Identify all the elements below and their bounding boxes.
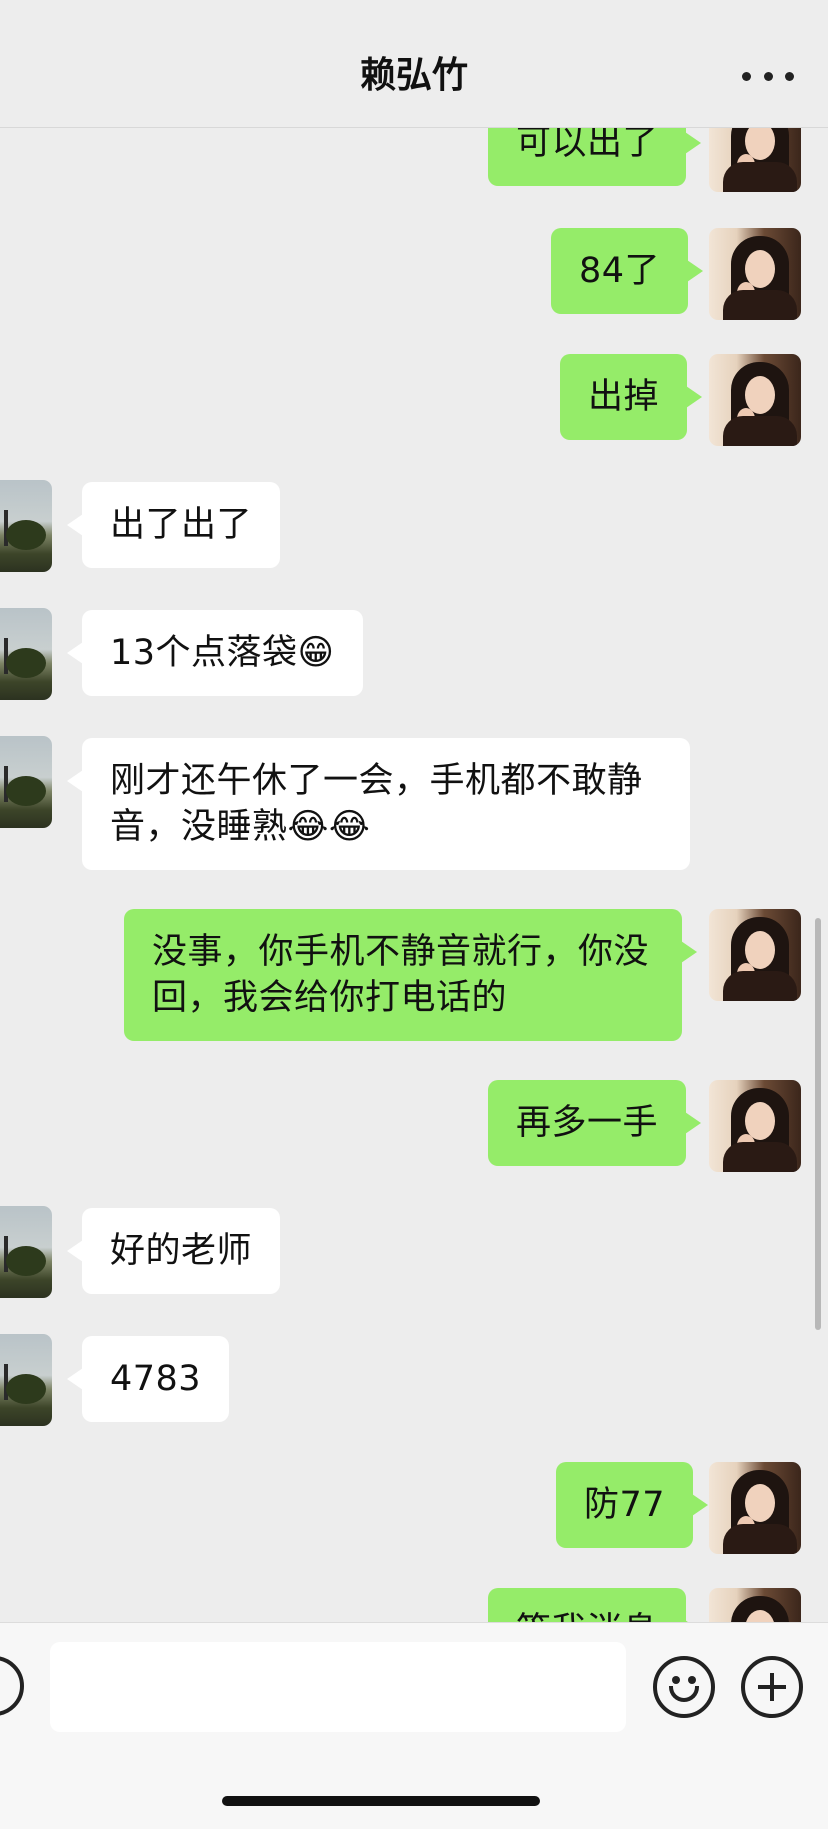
my-avatar[interactable]	[709, 909, 801, 1001]
message-bubble-sent[interactable]: 再多一手	[488, 1080, 702, 1166]
contact-avatar[interactable]	[0, 608, 52, 700]
contact-avatar[interactable]	[0, 1334, 52, 1426]
my-avatar[interactable]	[709, 354, 801, 446]
my-avatar[interactable]	[709, 1080, 801, 1172]
my-avatar[interactable]	[709, 128, 801, 192]
contact-avatar[interactable]	[0, 736, 52, 828]
more-dots-icon[interactable]	[742, 62, 794, 90]
message-bubble-sent[interactable]: 84了	[551, 228, 704, 314]
emoji-icon[interactable]	[653, 1656, 715, 1718]
message-bubble-sent[interactable]: 没事，你手机不静音就行，你没回，我会给你打电话的	[124, 909, 697, 1041]
message-bubble-received[interactable]: 刚才还午休了一会，手机都不敢静音，没睡熟😂😂	[67, 738, 690, 870]
home-indicator[interactable]	[222, 1796, 540, 1806]
message-bubble-sent[interactable]: 防77	[556, 1462, 709, 1548]
message-bubble-received[interactable]: 4783	[66, 1336, 230, 1422]
message-bubble-received[interactable]: 好的老师	[66, 1208, 281, 1294]
message-bubble-sent[interactable]: 等我消息	[488, 1588, 702, 1622]
message-list[interactable]: 可以出了 84了 出掉 出了出了 13个点落袋😁 刚才还午休了一会，手机都不敢静…	[0, 128, 828, 1622]
contact-avatar[interactable]	[0, 1206, 52, 1298]
my-avatar[interactable]	[709, 1462, 801, 1554]
my-avatar[interactable]	[709, 1588, 801, 1622]
message-bubble-received[interactable]: 出了出了	[66, 482, 281, 568]
message-input[interactable]	[50, 1642, 626, 1732]
scrollbar[interactable]	[815, 918, 821, 1330]
my-avatar[interactable]	[709, 228, 801, 320]
chat-title: 赖弘竹	[359, 55, 468, 96]
message-bubble-sent[interactable]: 可以出了	[488, 128, 702, 186]
plus-icon[interactable]	[741, 1656, 803, 1718]
message-bubble-received[interactable]: 13个点落袋😁	[67, 610, 363, 696]
contact-avatar[interactable]	[0, 480, 52, 572]
chat-header: 赖弘竹	[0, 0, 828, 128]
message-bubble-sent[interactable]: 出掉	[560, 354, 703, 440]
